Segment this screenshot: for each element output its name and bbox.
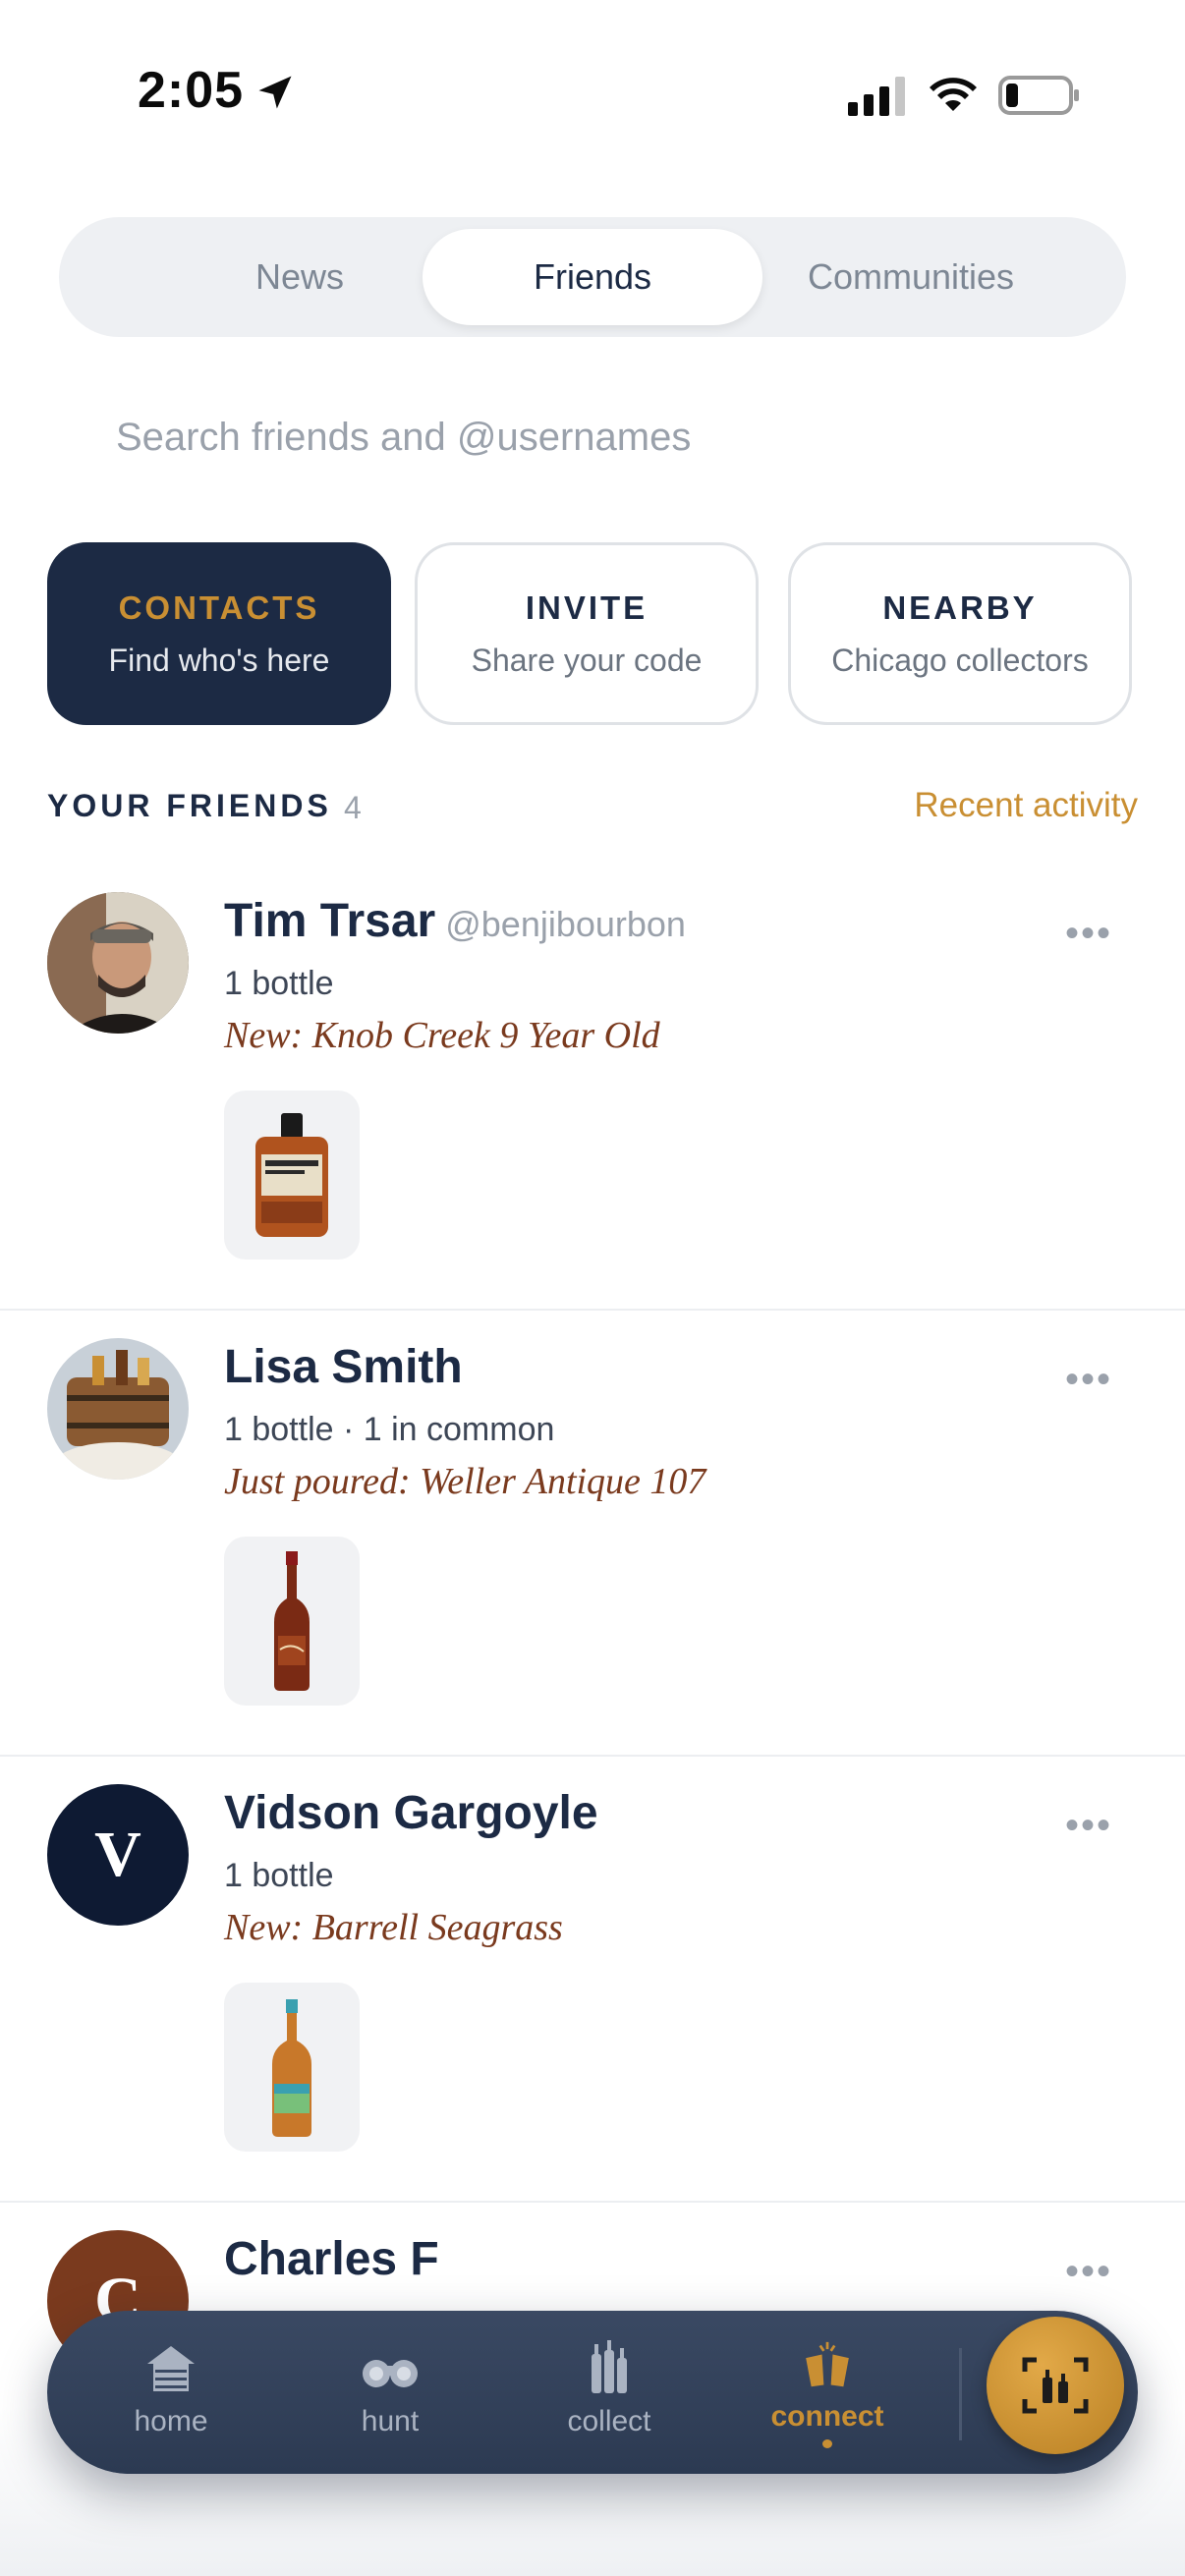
friend-name-text: Lisa Smith — [224, 1341, 463, 1393]
activity-text: New: Barrell Seagrass — [224, 1907, 563, 1948]
location-arrow-icon — [258, 76, 292, 109]
status-bar: 2:05 — [0, 0, 1185, 187]
user-photo-icon — [47, 892, 189, 1034]
whiskey-bottle-icon — [274, 1551, 310, 1691]
battery-icon — [998, 76, 1079, 115]
binoculars-icon — [363, 2360, 418, 2387]
activity-text: New: Knob Creek 9 Year Old — [224, 1015, 660, 1056]
nav-hunt-label: hunt — [361, 2405, 420, 2437]
nav-connect[interactable]: connect — [749, 2340, 906, 2448]
contacts-card-title: CONTACTS — [118, 588, 320, 626]
avatar[interactable] — [47, 1338, 189, 1480]
nav-connect-label: connect — [770, 2399, 884, 2433]
tab-communities[interactable]: Communities — [749, 229, 1073, 325]
more-options-icon[interactable]: ••• — [1065, 1360, 1112, 1399]
bottle-count: 1 bottle · 1 in common — [224, 1411, 555, 1448]
friends-count: 4 — [344, 790, 362, 825]
more-options-icon[interactable]: ••• — [1065, 2252, 1112, 2291]
cellular-signal-icon — [848, 77, 905, 116]
friend-name-text: Charles F — [224, 2233, 439, 2285]
bottle-count: 1 bottle — [224, 1857, 334, 1894]
avatar[interactable] — [47, 892, 189, 1034]
cheers-glasses-icon — [806, 2341, 849, 2387]
bottle-thumbnail[interactable] — [224, 1091, 360, 1260]
friend-row[interactable]: Lisa Smith 1 bottle · 1 in common Just p… — [0, 1313, 1185, 1757]
home-icon — [147, 2346, 195, 2391]
friend-name-text: Vidson Gargoyle — [224, 1787, 598, 1839]
nearby-card-subtitle: Chicago collectors — [831, 642, 1089, 678]
status-time: 2:05 — [138, 62, 245, 119]
friend-handle: @benjibourbon — [445, 904, 686, 944]
whiskey-bottle-icon — [272, 1999, 311, 2137]
invite-card-subtitle: Share your code — [471, 642, 703, 678]
tab-news[interactable]: News — [130, 229, 470, 325]
user-photo-icon — [47, 1338, 189, 1480]
bottle-count: 1 bottle — [224, 965, 334, 1002]
nav-collect[interactable]: collect — [531, 2340, 688, 2448]
friend-name[interactable]: Tim Trsar @benjibourbon — [224, 894, 686, 948]
avatar-initial: V — [94, 1819, 141, 1890]
feed-segmented-control: News Friends Communities — [59, 217, 1126, 337]
bottom-nav: home hunt collect connect — [47, 2311, 1138, 2474]
nav-home[interactable]: home — [92, 2340, 250, 2448]
tab-friends[interactable]: Friends — [423, 229, 762, 325]
nav-home-label: home — [134, 2405, 208, 2437]
friend-name[interactable]: Vidson Gargoyle — [224, 1786, 598, 1840]
search-input[interactable] — [116, 403, 1059, 472]
contacts-card[interactable]: CONTACTS Find who's here — [47, 542, 391, 725]
more-options-icon[interactable]: ••• — [1065, 1806, 1112, 1845]
bottles-icon — [592, 2340, 627, 2393]
recent-activity-link[interactable]: Recent activity — [914, 786, 1138, 825]
your-friends-heading: YOUR FRIENDS — [47, 788, 332, 823]
activity-text: Just poured: Weller Antique 107 — [224, 1461, 706, 1502]
avatar[interactable]: V — [47, 1784, 189, 1926]
scan-bottle-button[interactable] — [987, 2317, 1124, 2454]
nav-divider — [959, 2348, 962, 2440]
invite-card-title: INVITE — [525, 588, 649, 626]
scan-icon — [1022, 2357, 1089, 2414]
bottle-thumbnail[interactable] — [224, 1537, 360, 1706]
nearby-card-title: NEARBY — [882, 588, 1038, 626]
wifi-icon — [930, 78, 977, 111]
bottle-thumbnail[interactable] — [224, 1983, 360, 2152]
friend-name[interactable]: Charles F — [224, 2232, 439, 2286]
invite-card[interactable]: INVITE Share your code — [415, 542, 759, 725]
nav-collect-label: collect — [567, 2405, 651, 2437]
whiskey-bottle-icon — [255, 1113, 328, 1237]
friend-name-text: Tim Trsar — [224, 895, 436, 947]
friend-name[interactable]: Lisa Smith — [224, 1340, 463, 1394]
friend-row[interactable]: Tim Trsar @benjibourbon 1 bottle New: Kno… — [0, 867, 1185, 1311]
contacts-card-subtitle: Find who's here — [108, 642, 330, 678]
nearby-card[interactable]: NEARBY Chicago collectors — [788, 542, 1132, 725]
nav-hunt[interactable]: hunt — [311, 2340, 469, 2448]
active-indicator-dot — [822, 2438, 832, 2448]
more-options-icon[interactable]: ••• — [1065, 914, 1112, 953]
friend-row[interactable]: V Vidson Gargoyle 1 bottle New: Barrell … — [0, 1759, 1185, 2203]
